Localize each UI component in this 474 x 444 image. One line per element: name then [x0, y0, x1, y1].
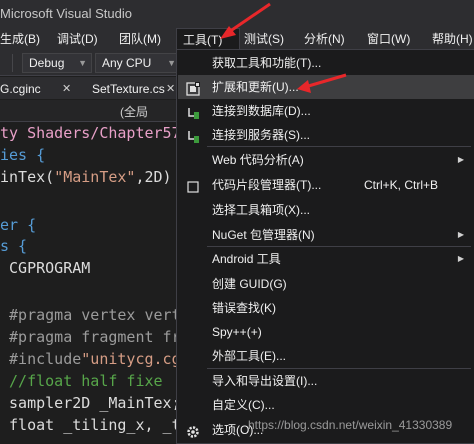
code-line: s { [0, 235, 27, 257]
menu-test[interactable]: 测试(S) [238, 28, 290, 50]
watermark: https://blog.csdn.net/weixin_41330389 [248, 418, 453, 432]
menu-tools[interactable]: 工具(T) [176, 28, 240, 50]
code-token: CGPROGRAM [0, 259, 91, 277]
code-token: #pragma vertex vert [0, 306, 181, 324]
server-icon [186, 128, 200, 143]
solution-platform-value: Any CPU [102, 56, 152, 70]
menu-item-connect-server[interactable]: 连接到服务器(S)... [178, 123, 474, 147]
code-line: #pragma fragment fr [0, 326, 181, 348]
tools-menu: 获取工具和功能(T)... 扩展和更新(U)... 连接到数据库(D)... 连接到服… [176, 49, 474, 444]
menu-item-import-export-settings[interactable]: 导入和导出设置(I)... [178, 369, 474, 393]
code-token: er { [0, 216, 37, 234]
menu-bar: 生成(B) 调试(D) 团队(M) 工具(T) 测试(S) 分析(N) 窗口(W… [0, 28, 474, 50]
menu-item-label: 代码片段管理器(T)... [212, 178, 322, 192]
menu-item-label: Android 工具 [212, 252, 281, 266]
code-line: ty Shaders/Chapter57 [0, 122, 181, 144]
menu-analyze[interactable]: 分析(N) [298, 28, 351, 50]
menu-item-customize[interactable]: 自定义(C)... [178, 393, 474, 417]
menu-item-get-tools[interactable]: 获取工具和功能(T)... [178, 51, 474, 75]
code-line: CGPROGRAM [0, 257, 90, 279]
database-icon [186, 104, 200, 119]
solution-platform-combo[interactable]: Any CPU ▼ [95, 53, 181, 73]
code-token: #include [0, 350, 82, 368]
code-line: ies { [0, 144, 45, 166]
menu-item-label: 自定义(C)... [212, 398, 275, 412]
submenu-arrow-icon: ▶ [457, 230, 464, 239]
gear-icon [186, 423, 200, 438]
menu-item-label: 获取工具和功能(T)... [212, 56, 322, 70]
close-icon[interactable]: ✕ [166, 79, 175, 99]
menu-item-label: 创建 GUID(G) [212, 277, 287, 291]
menu-item-connect-database[interactable]: 连接到数据库(D)... [178, 99, 474, 123]
menu-item-spy-plus-plus[interactable]: Spy++(+) [178, 320, 474, 344]
code-line: er { [0, 214, 36, 236]
menu-item-create-guid[interactable]: 创建 GUID(G) [178, 272, 474, 296]
menu-item-error-lookup[interactable]: 错误查找(K) [178, 296, 474, 320]
menu-item-label: 导入和导出设置(I)... [212, 374, 318, 388]
solution-config-value: Debug [29, 56, 65, 70]
code-line: //float half fixe [0, 370, 163, 392]
code-token: float _tiling_x, _t [0, 416, 181, 434]
code-token: "MainTex" [54, 168, 136, 186]
menu-item-choose-toolbox-items[interactable]: 选择工具箱项(X)... [178, 198, 474, 222]
menu-item-label: Spy++(+) [212, 325, 262, 339]
code-line: #pragma vertex vert [0, 304, 181, 326]
solution-config-combo[interactable]: Debug ▼ [22, 53, 92, 73]
code-token: //float half fixe [0, 372, 163, 390]
menu-item-code-snippets-manager[interactable]: 代码片段管理器(T)... Ctrl+K, Ctrl+B [178, 173, 474, 197]
close-icon[interactable]: ✕ [62, 79, 71, 99]
toolbar-separator [12, 54, 13, 72]
code-token: #pragma fragment fr [0, 328, 181, 346]
code-line: #include"unitycg.cg [0, 348, 181, 370]
submenu-arrow-icon: ▶ [457, 254, 464, 263]
menu-item-web-code-analysis[interactable]: Web 代码分析(A) ▶ [178, 148, 474, 172]
menu-team[interactable]: 团队(M) [113, 28, 167, 50]
window-title: Microsoft Visual Studio [0, 6, 132, 21]
menu-window[interactable]: 窗口(W) [361, 28, 416, 50]
code-line: inTex("MainTex",2D) [0, 166, 172, 188]
menu-debug[interactable]: 调试(D) [51, 28, 104, 50]
menu-build[interactable]: 生成(B) [0, 28, 46, 50]
code-token: inTex( [0, 168, 55, 186]
tab-cginc[interactable]: G.cginc [0, 79, 41, 99]
menu-item-label: 连接到数据库(D)... [212, 104, 311, 118]
menu-item-label: 选择工具箱项(X)... [212, 203, 310, 217]
chevron-down-icon: ▼ [78, 58, 87, 68]
code-line: float _tiling_x, _t [0, 414, 181, 436]
title-bar: Microsoft Visual Studio [0, 0, 474, 28]
code-token: ty Shaders/Chapter57 [0, 124, 181, 142]
menu-item-android-tools[interactable]: Android 工具 ▶ [178, 247, 474, 271]
menu-item-external-tools[interactable]: 外部工具(E)... [178, 344, 474, 368]
code-token: s { [0, 237, 28, 255]
code-token: ies { [0, 146, 46, 164]
menu-item-label: Web 代码分析(A) [212, 153, 304, 167]
menu-item-label: 错误查找(K) [212, 301, 276, 315]
menu-item-label: 外部工具(E)... [212, 349, 286, 363]
code-token: "unitycg.cg [81, 350, 181, 368]
menu-item-nuget-package-manager[interactable]: NuGet 包管理器(N) ▶ [178, 223, 474, 247]
extensions-icon [186, 80, 200, 96]
chevron-down-icon: ▼ [167, 58, 176, 68]
tab-settexture[interactable]: SetTexture.cs [92, 79, 165, 99]
menu-help[interactable]: 帮助(H) [426, 28, 474, 50]
menu-item-label: 连接到服务器(S)... [212, 128, 310, 142]
checkbox-icon [186, 178, 200, 193]
menu-item-shortcut: Ctrl+K, Ctrl+B [364, 178, 439, 192]
menu-item-extensions-updates[interactable]: 扩展和更新(U)... [178, 75, 474, 99]
code-token: sampler2D _MainTex; [0, 394, 181, 412]
menu-item-label: NuGet 包管理器(N) [212, 228, 315, 242]
submenu-arrow-icon: ▶ [457, 155, 464, 164]
menu-item-label: 扩展和更新(U)... [212, 80, 299, 94]
code-line: sampler2D _MainTex; [0, 392, 181, 414]
scope-dropdown[interactable]: (全局 [120, 103, 148, 120]
code-token: ,2D) [135, 168, 172, 186]
